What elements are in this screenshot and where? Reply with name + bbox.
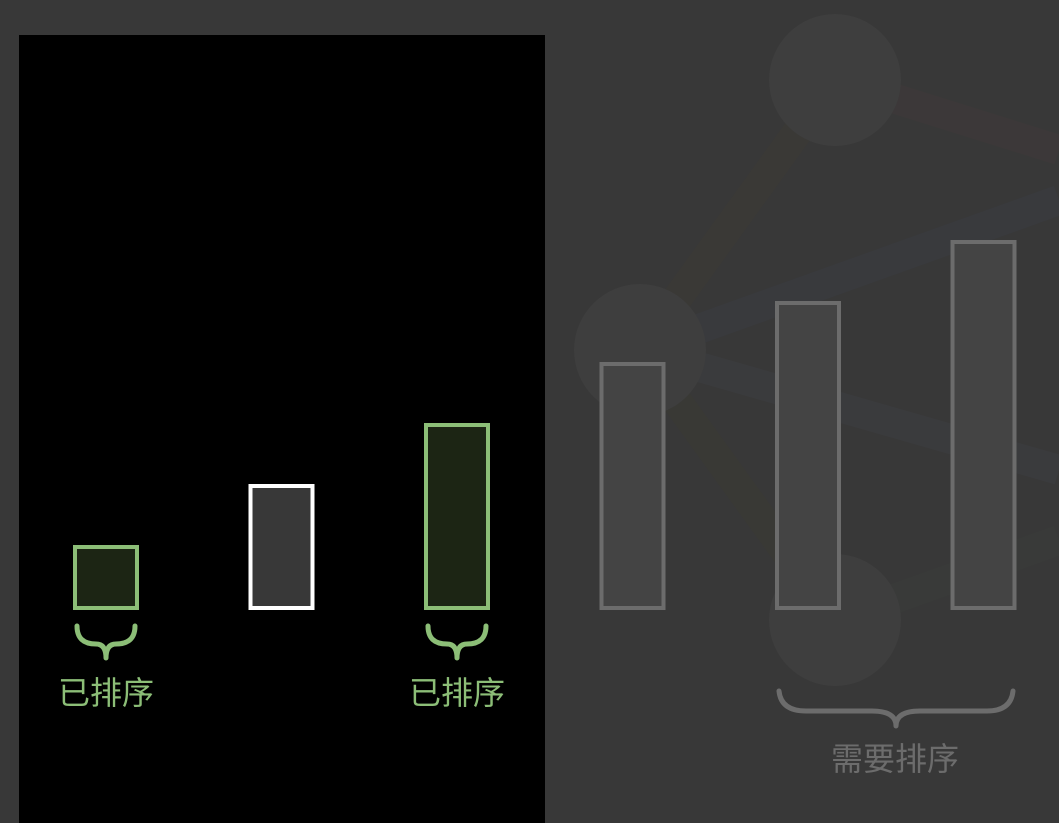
bar-1-sorted [73,545,139,610]
sorted-label-left: 已排序 [58,674,154,712]
bar-5-unsorted [775,301,841,610]
unsorted-label: 需要排序 [831,740,959,778]
bar-3-sorted [424,423,490,610]
sorting-diagram: 已排序 已排序 需要排序 [19,35,1017,823]
bar-2-current [248,484,315,610]
sorted-label-right: 已排序 [409,674,505,712]
bar-4-unsorted [599,362,666,610]
unsorted-brace [776,688,1016,729]
bar-6-unsorted [950,240,1017,610]
